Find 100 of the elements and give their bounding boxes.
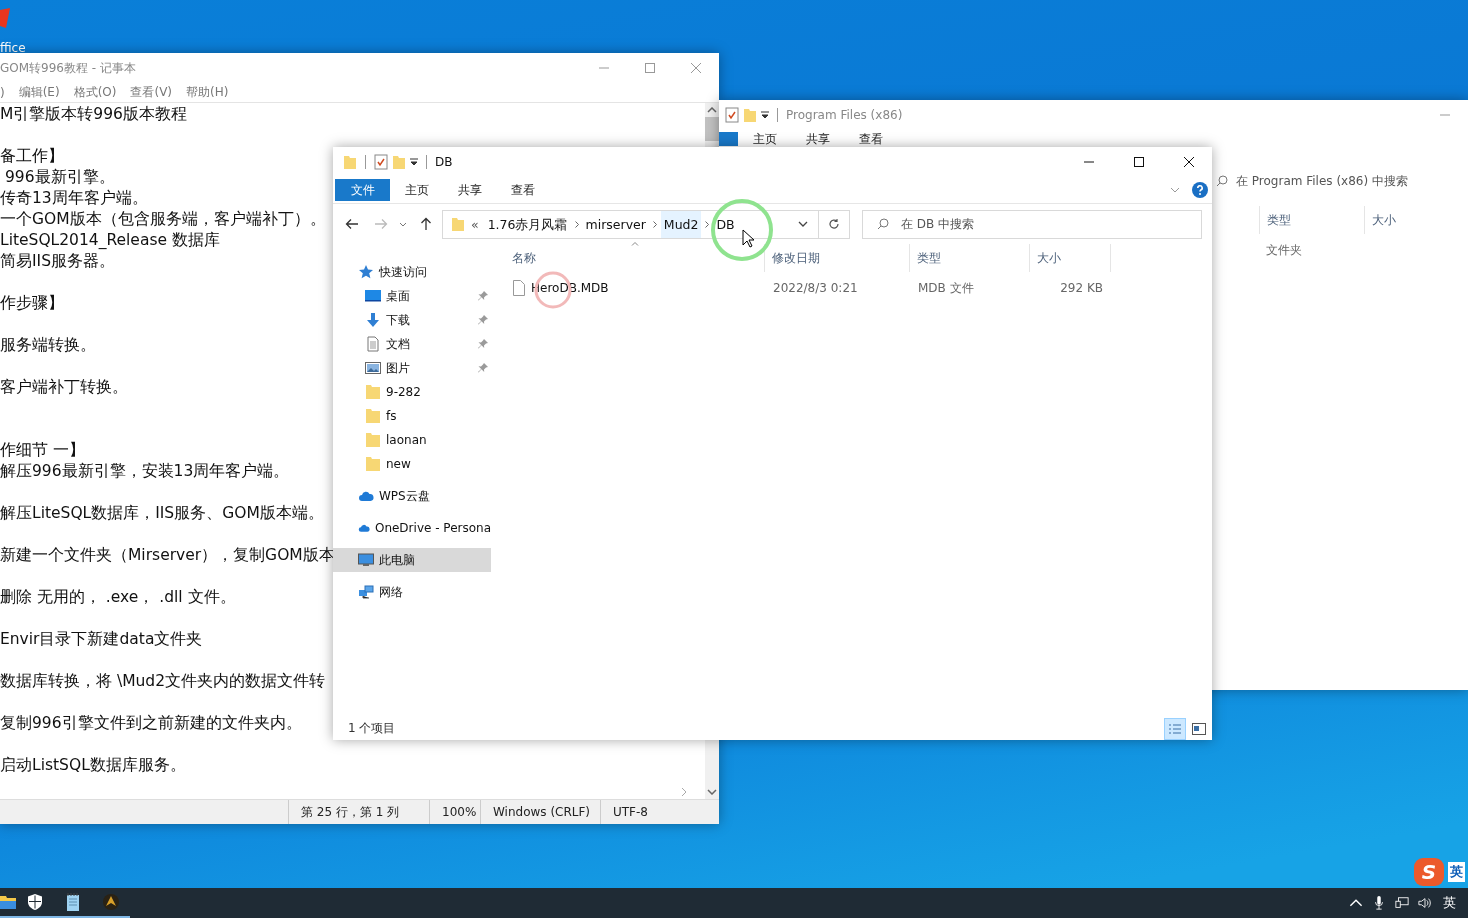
menu-item[interactable]: 编辑(E) bbox=[18, 84, 60, 101]
text-line: 删除 无用的， .exe， .dll 文件。 bbox=[0, 588, 236, 606]
sidebar-item[interactable]: 此电脑 bbox=[333, 548, 491, 572]
help-icon[interactable] bbox=[1192, 182, 1208, 198]
ribbon-tab[interactable]: 主页 bbox=[390, 179, 443, 201]
maximize-icon bbox=[1134, 157, 1144, 167]
sidebar-item[interactable]: OneDrive - Persona bbox=[333, 516, 491, 540]
star-icon bbox=[358, 264, 374, 280]
text-line: M引擎版本转996版本教程 bbox=[0, 105, 187, 123]
text-line: 作步骤】 bbox=[0, 294, 64, 312]
menu-item[interactable]: 查看(V) bbox=[130, 84, 173, 101]
search-field[interactable]: 在 Program Files (x86) 中搜索 bbox=[1210, 169, 1468, 193]
properties-icon[interactable] bbox=[725, 107, 739, 123]
sidebar-item[interactable]: WPS云盘 bbox=[333, 484, 491, 508]
download-icon bbox=[365, 312, 381, 328]
sidebar-item[interactable]: fs bbox=[333, 404, 491, 428]
ribbon-tab[interactable]: 主页 bbox=[738, 132, 791, 146]
up-arrow-icon[interactable] bbox=[419, 217, 433, 231]
text-line: Envir目录下新建data文件夹 bbox=[0, 630, 203, 648]
sidebar-item[interactable]: 网络 bbox=[333, 580, 491, 604]
chevron-icon bbox=[652, 220, 657, 228]
text-line: 解压996最新引擎，安装13周年客户端。 bbox=[0, 462, 290, 480]
sidebar-item[interactable]: 文档 bbox=[333, 332, 491, 356]
menu-item[interactable]: ) bbox=[0, 85, 5, 100]
text-line: 客户端补丁转换。 bbox=[0, 378, 128, 396]
text-line: 服务端转换。 bbox=[0, 336, 96, 354]
sidebar-item[interactable]: 桌面 bbox=[333, 284, 491, 308]
sidebar-item[interactable]: 图片 bbox=[333, 356, 491, 380]
search-icon bbox=[877, 218, 889, 230]
status-text: 1 个项目 bbox=[348, 720, 396, 737]
text-line: 数据库转换，将 \Mud2文件夹内的数据文件转 bbox=[0, 672, 326, 690]
list-icon bbox=[1168, 722, 1182, 735]
network-icon bbox=[358, 584, 374, 600]
ribbon-tab[interactable]: 共享 bbox=[443, 179, 496, 201]
shield-icon bbox=[28, 894, 42, 910]
menu-item[interactable]: 格式(O) bbox=[73, 84, 117, 101]
chevron-icon bbox=[705, 220, 710, 228]
column-header[interactable]: 类型 bbox=[1259, 206, 1364, 234]
game-icon bbox=[102, 893, 120, 911]
ribbon-tab[interactable]: 文件 bbox=[335, 179, 390, 201]
folder-icon bbox=[365, 384, 381, 400]
desktop-icon-label[interactable]: ffice bbox=[0, 42, 26, 53]
search-field[interactable]: 在 DB 中搜索 bbox=[862, 209, 1202, 239]
breadcrumb-item[interactable]: Mud2 bbox=[660, 210, 702, 238]
back-arrow-icon[interactable] bbox=[345, 217, 359, 231]
dropdown-icon[interactable] bbox=[761, 111, 769, 119]
text-line: 传奇13周年客户端。 bbox=[0, 189, 148, 207]
expand-ribbon-icon[interactable] bbox=[1170, 187, 1180, 193]
folder-icon bbox=[365, 456, 381, 472]
breadcrumb-item[interactable]: DB bbox=[713, 210, 738, 238]
window-title: DB bbox=[435, 155, 453, 169]
status-text: 100% bbox=[429, 800, 480, 824]
dropdown-icon[interactable] bbox=[798, 221, 808, 227]
text-line: 996最新引擎。 bbox=[3, 168, 115, 186]
breadcrumb-item[interactable]: 1.76赤月风霜 bbox=[484, 210, 571, 238]
refresh-icon bbox=[828, 218, 840, 230]
scrollbar-thumb[interactable] bbox=[705, 117, 719, 141]
menu-item[interactable]: 帮助(H) bbox=[186, 84, 229, 101]
column-header[interactable]: 大小 bbox=[1363, 206, 1468, 234]
sidebar-item[interactable]: laonan bbox=[333, 428, 491, 452]
text-line: 启动ListSQL数据库服务。 bbox=[0, 756, 186, 774]
scroll-right-icon[interactable] bbox=[681, 786, 687, 797]
text-line: 解压LiteSQL数据库，IIS服务、GOM版本端。 bbox=[0, 504, 324, 522]
properties-icon[interactable] bbox=[374, 154, 388, 170]
maximize-icon bbox=[645, 63, 655, 73]
ribbon-tab[interactable]: 共享 bbox=[791, 132, 844, 146]
network-icon[interactable] bbox=[1395, 896, 1409, 910]
folder-icon bbox=[365, 432, 381, 448]
volume-icon[interactable] bbox=[1418, 896, 1432, 910]
column-header[interactable]: 修改日期 bbox=[765, 244, 910, 272]
sidebar-item[interactable]: new bbox=[333, 452, 491, 476]
table-cell: 文件夹 bbox=[1266, 241, 1302, 259]
column-header[interactable]: 类型 bbox=[910, 244, 1030, 272]
file-name[interactable]: HeroDB.MDB bbox=[505, 280, 765, 296]
status-text: Windows (CRLF) bbox=[480, 800, 600, 824]
breadcrumb-item[interactable]: mirserver bbox=[582, 210, 649, 238]
address-bar[interactable]: « 1.76赤月风霜 mirserver Mud2 DB bbox=[442, 209, 850, 239]
status-text: 第 25 行，第 1 列 bbox=[288, 800, 429, 824]
scroll-up-icon[interactable] bbox=[707, 107, 717, 113]
ime-language[interactable]: 英 bbox=[1448, 862, 1465, 882]
sidebar-item[interactable]: 快速访问 bbox=[333, 260, 491, 284]
ribbon-tab[interactable]: 查看 bbox=[496, 179, 549, 201]
text-line: 复制996引擎文件到之前新建的文件夹内。 bbox=[0, 714, 302, 732]
tile-icon bbox=[1192, 722, 1206, 735]
text-line: 新建一个文件夹（Mirserver），复制GOM版本 bbox=[0, 546, 335, 564]
text-line: 作细节 一】 bbox=[0, 441, 85, 459]
input-language[interactable]: 英 bbox=[1443, 894, 1456, 912]
column-header[interactable]: 大小 bbox=[1030, 244, 1111, 272]
microphone-icon[interactable] bbox=[1372, 896, 1386, 910]
sidebar-item[interactable]: 下载 bbox=[333, 308, 491, 332]
sidebar-item[interactable]: 9-282 bbox=[333, 380, 491, 404]
dropdown-icon[interactable] bbox=[410, 158, 418, 166]
chevron-icon bbox=[574, 220, 579, 228]
ribbon-tab[interactable]: 查看 bbox=[844, 132, 897, 146]
recent-dropdown-icon[interactable] bbox=[399, 221, 407, 227]
folder-icon bbox=[0, 895, 16, 909]
overflow-chevron[interactable]: « bbox=[471, 216, 479, 232]
scroll-down-icon[interactable] bbox=[707, 789, 717, 795]
click-highlight-ring bbox=[710, 198, 774, 262]
document-icon bbox=[365, 336, 381, 352]
